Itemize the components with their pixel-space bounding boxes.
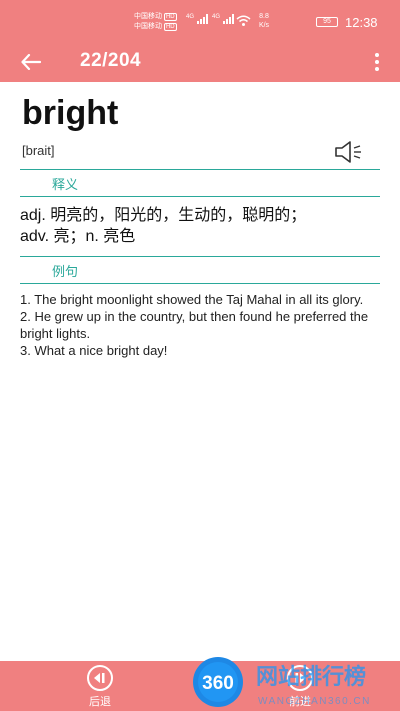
hd-badge-2: HD	[163, 23, 177, 31]
meaning-line-2: adv. 亮；n. 亮色	[20, 228, 136, 245]
speed-unit: K/s	[258, 22, 270, 29]
app-bar: 22/204	[0, 42, 400, 82]
arrow-left-icon	[21, 54, 41, 70]
status-bar: 中国移动 HD 中国移动 HD 4G 4G 8.8 K/s 95 12:38	[0, 0, 400, 42]
more-vertical-icon	[375, 53, 379, 57]
example-item: 2. He grew up in the country, but then f…	[20, 309, 369, 341]
network-speed: 8.8 K/s	[256, 12, 272, 30]
watermark-logo: 360 网站排行榜 WANGZHAN360.CN	[190, 654, 400, 710]
speed-value: 8.8	[259, 13, 269, 20]
carrier-1: 中国移动	[134, 13, 162, 20]
meaning-section-header: 释义	[20, 169, 380, 197]
carrier-info: 中国移动 HD 中国移动 HD	[134, 12, 194, 32]
phonetic: [brait]	[22, 143, 55, 158]
meaning-line-1: adj. 明亮的，阳光的，生动的，聪明的；	[20, 207, 307, 224]
pronounce-button[interactable]	[334, 139, 366, 165]
word-counter: 22/204	[80, 50, 142, 71]
svg-text:WANGZHAN360.CN: WANGZHAN360.CN	[258, 696, 371, 707]
meaning-header-label: 释义	[52, 177, 79, 192]
wifi-icon	[236, 15, 251, 29]
examples-section-header: 例句	[20, 256, 380, 284]
carrier-2: 中国移动	[134, 23, 162, 30]
back-button[interactable]	[16, 48, 46, 76]
svg-text:网站排行榜: 网站排行榜	[256, 664, 366, 690]
battery-level: 95	[323, 18, 331, 25]
more-options-button[interactable]	[368, 50, 386, 74]
rewind-icon	[87, 665, 113, 691]
svg-text:360: 360	[202, 673, 234, 694]
word-title: bright	[22, 94, 119, 132]
prev-button[interactable]: 后退	[70, 665, 130, 709]
signal-1-icon: 4G	[186, 14, 209, 27]
examples-header-label: 例句	[52, 264, 79, 279]
meaning-text: adj. 明亮的，阳光的，生动的，聪明的； adv. 亮；n. 亮色	[20, 205, 380, 247]
signal-2-icon: 4G	[212, 14, 235, 27]
clock: 12:38	[345, 15, 378, 30]
example-item: 3. What a nice bright day!	[20, 343, 168, 358]
hd-badge-1: HD	[163, 13, 177, 21]
speaker-icon	[335, 141, 361, 163]
example-list: 1. The bright moonlight showed the Taj M…	[20, 291, 382, 359]
prev-label: 后退	[89, 696, 111, 708]
example-item: 1. The bright moonlight showed the Taj M…	[20, 292, 364, 307]
battery-icon: 95	[316, 17, 338, 27]
